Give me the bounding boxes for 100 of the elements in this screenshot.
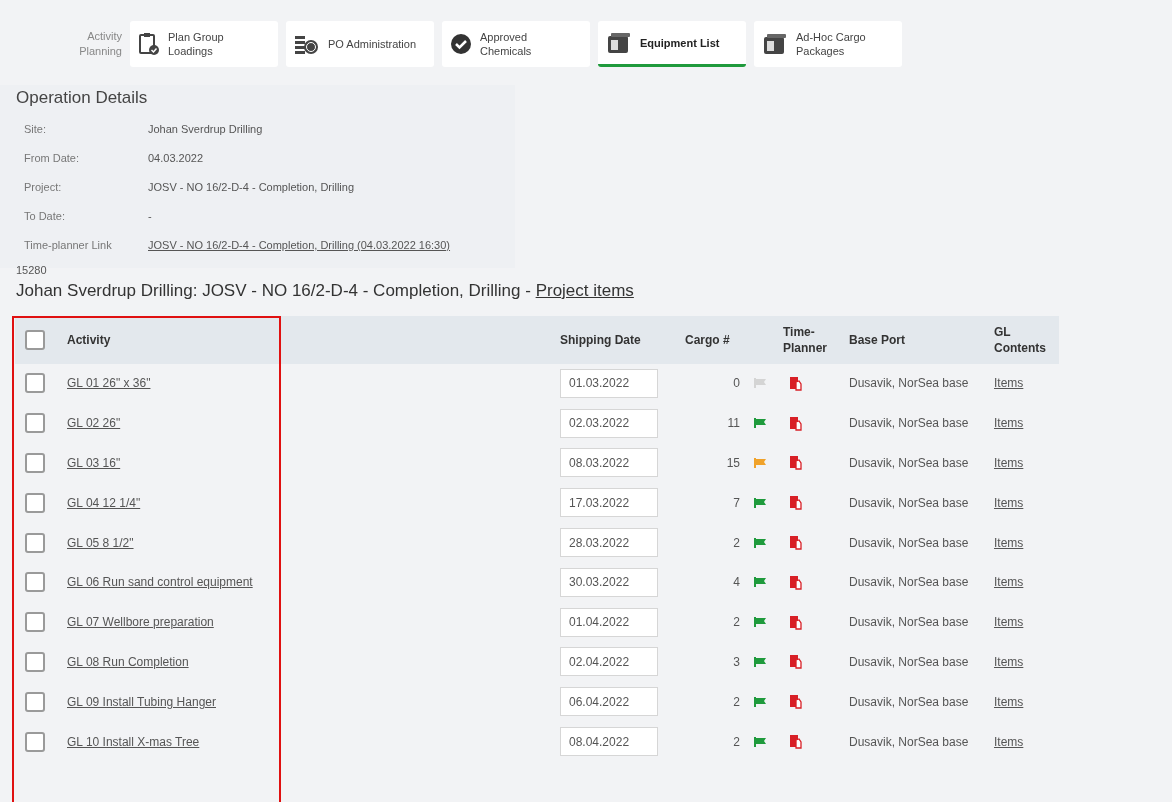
items-link[interactable]: Items (994, 573, 1024, 592)
base-port: Dusavik, NorSea base (849, 534, 970, 552)
field-value: 04.03.2022 (148, 150, 204, 166)
base-port: Dusavik, NorSea base (849, 733, 970, 751)
items-link[interactable]: Items (994, 533, 1024, 552)
date-field[interactable]: 01.03.2022 (560, 368, 658, 398)
field-value: JOSV - NO 16/2-D-4 - Completion, Drilling (148, 179, 354, 195)
cargo-count: 15 (725, 455, 740, 472)
base-port: Dusavik, NorSea base (849, 455, 970, 472)
checkbox[interactable] (25, 453, 45, 473)
date-field[interactable]: 06.04.2022 (560, 687, 658, 717)
time-planner-link[interactable]: JOSV - NO 16/2-D-4 - Completion, Drilling (04.03.2022 16:30) (148, 236, 451, 254)
checkbox[interactable] (25, 651, 45, 672)
check-badge-icon (450, 33, 472, 55)
activity-link[interactable]: GL 07 Wellbore preparation (67, 615, 214, 630)
activity-link[interactable]: GL 08 Run Completion (67, 654, 189, 669)
cargo-count: 11 (726, 415, 740, 433)
items-link[interactable]: Items (994, 732, 1024, 751)
items-link[interactable]: Items (994, 493, 1024, 512)
date-field[interactable]: 28.03.2022 (560, 528, 658, 558)
cargo-count: 4 (732, 574, 740, 592)
date-field[interactable]: 01.04.2022 (560, 607, 658, 637)
base-port: Dusavik, NorSea base (849, 415, 970, 433)
time-planner-icon[interactable] (789, 694, 803, 710)
activity-link[interactable]: GL 06 Run sand control equipment (67, 575, 253, 590)
activity-link[interactable]: GL 10 Install X-mas Tree (67, 734, 200, 749)
time-planner-icon[interactable] (789, 654, 803, 670)
items-link[interactable]: Items (994, 652, 1024, 671)
field-label: To Date: (24, 208, 66, 224)
equipment-icon (762, 32, 788, 56)
activity-link[interactable]: GL 02 26" (67, 416, 121, 431)
time-planner-icon[interactable] (789, 535, 803, 551)
cargo-count: 2 (732, 614, 740, 632)
field-label: Project: (24, 179, 63, 195)
column-header: GL Contents (994, 323, 1047, 356)
clipboard-icon (138, 32, 160, 56)
checkbox[interactable] (25, 612, 45, 633)
time-planner-icon[interactable] (789, 375, 803, 391)
cargo-count: 2 (732, 693, 740, 711)
activity-link[interactable]: GL 09 Install Tubing Hanger (67, 694, 216, 709)
field-label: Time-planner Link (24, 237, 113, 253)
nav-tab[interactable]: Approved Chemicals (442, 21, 590, 67)
date-field[interactable]: 17.03.2022 (560, 488, 658, 518)
page-heading: Johan Sverdrup Drilling: JOSV - NO 16/2-D-4 - Completion, Drilling - Project items (15, 280, 635, 302)
checkbox[interactable] (25, 492, 45, 513)
time-planner-icon[interactable] (789, 614, 803, 630)
cargo-count: 2 (732, 733, 740, 751)
items-link[interactable]: Items (994, 692, 1024, 711)
time-planner-icon[interactable] (789, 455, 803, 471)
date-field[interactable]: 08.04.2022 (560, 727, 658, 757)
items-link[interactable]: Items (994, 454, 1024, 472)
base-port: Dusavik, NorSea base (849, 375, 970, 393)
equipment-icon (606, 30, 632, 55)
date-field[interactable]: 30.03.2022 (560, 567, 658, 597)
base-port: Dusavik, NorSea base (849, 574, 970, 592)
field-value: Johan Sverdrup Drilling (148, 121, 263, 137)
column-header: Activity (67, 331, 112, 349)
checkbox[interactable] (25, 572, 45, 593)
section-title: Operation Details (16, 87, 149, 109)
record-id: 15280 (15, 262, 48, 278)
checkbox[interactable] (25, 731, 45, 752)
cargo-count: 3 (732, 653, 740, 671)
activity-link[interactable]: GL 01 26" x 36" (67, 376, 151, 391)
checkbox[interactable] (25, 691, 45, 712)
nav-tab[interactable]: Ad-Hoc Cargo Packages (754, 21, 902, 67)
column-header: Shipping Date (560, 331, 642, 349)
time-planner-icon[interactable] (789, 415, 803, 431)
checkbox[interactable] (25, 413, 45, 434)
nav-tab[interactable]: Equipment List (598, 21, 746, 67)
base-port: Dusavik, NorSea base (849, 693, 970, 711)
base-port: Dusavik, NorSea base (849, 614, 970, 632)
project-items-link[interactable]: Project items (535, 281, 634, 300)
time-planner-icon[interactable] (789, 495, 803, 511)
checkbox[interactable] (25, 532, 45, 553)
field-label: Site: (24, 121, 47, 137)
cargo-count: 7 (732, 494, 740, 512)
activity-link[interactable]: GL 03 16" (67, 456, 121, 470)
time-planner-icon[interactable] (789, 734, 803, 750)
items-link[interactable]: Items (994, 414, 1024, 433)
date-field[interactable]: 02.04.2022 (560, 647, 658, 677)
base-port: Dusavik, NorSea base (849, 494, 970, 512)
nav-tab[interactable]: PO Administration (286, 21, 434, 67)
field-label: From Date: (24, 150, 80, 166)
base-port: Dusavik, NorSea base (849, 653, 970, 671)
section-label: Activity Planning (78, 29, 122, 59)
column-header: Time-Planner (783, 323, 828, 356)
nav-tab[interactable]: Plan Group Loadings (130, 21, 278, 67)
field-value: - (148, 208, 152, 224)
checkbox[interactable] (25, 373, 45, 394)
items-link[interactable]: Items (994, 613, 1024, 632)
date-field[interactable]: 02.03.2022 (560, 408, 658, 438)
cargo-count: 0 (732, 375, 740, 393)
items-link[interactable]: Items (994, 374, 1024, 393)
date-field[interactable]: 08.03.2022 (560, 448, 658, 478)
time-planner-icon[interactable] (789, 574, 803, 590)
cargo-count: 2 (732, 534, 740, 552)
checkbox[interactable] (25, 329, 45, 350)
column-header: Base Port (849, 331, 907, 349)
activity-link[interactable]: GL 05 8 1/2" (67, 535, 134, 550)
activity-link[interactable]: GL 04 12 1/4" (67, 495, 141, 510)
